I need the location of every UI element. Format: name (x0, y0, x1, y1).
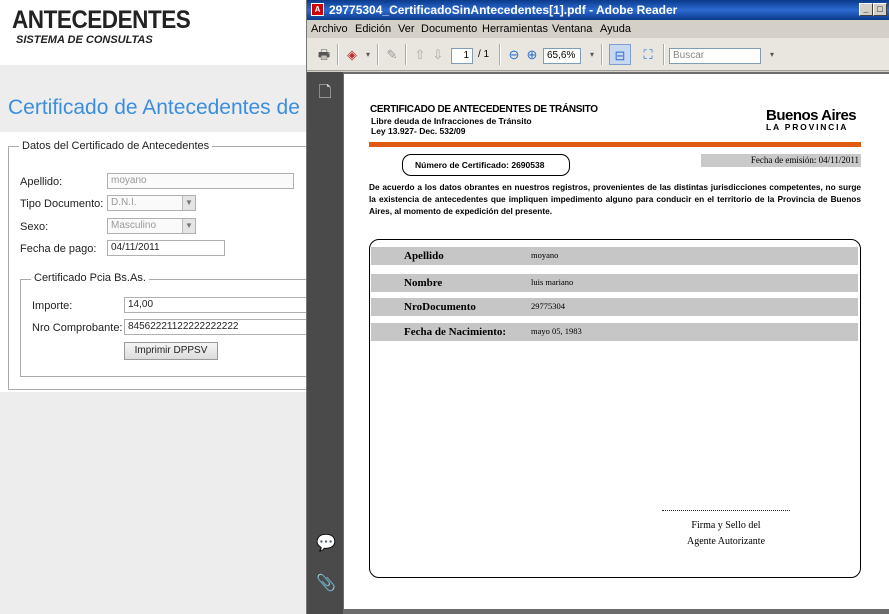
print-icon[interactable]: 🖶 (315, 46, 333, 63)
toolbar-separator (663, 44, 665, 65)
signature-line (662, 510, 790, 511)
comment-icon[interactable]: 💬 (316, 535, 336, 553)
menu-bar: Archivo Edición Ver Documento Herramient… (307, 20, 889, 38)
sexo-label: Sexo: (20, 221, 49, 233)
certificate-fieldset-legend: Datos del Certificado de Antecedentes (19, 140, 213, 152)
nombre-row-label: Nombre (404, 277, 443, 289)
buenos-aires-logo-subtitle: LA PROVINCIA (766, 122, 849, 132)
pdf-header-subtitle: Libre deuda de Infracciones de Tránsito (371, 116, 532, 126)
apellido-label: Apellido: (20, 176, 63, 188)
pcia-fieldset-legend: Certificado Pcia Bs.As. (31, 272, 149, 284)
window-title: 29775304_CertificadoSinAntecedentes[1].p… (329, 3, 678, 17)
apellido-input[interactable]: moyano (107, 173, 294, 189)
emission-date: Fecha de emisión: 04/11/2011 (701, 154, 861, 167)
maximize-icon[interactable]: □ (873, 3, 887, 16)
toolbar-separator (337, 44, 339, 65)
document-icon[interactable]: 🗋 (316, 84, 334, 102)
toolbar-separator (499, 44, 501, 65)
menu-edicion[interactable]: Edición (355, 23, 391, 35)
sign-icon[interactable]: ✎ (383, 46, 401, 63)
page-total: / 1 (478, 49, 490, 60)
zoom-level-input[interactable]: 65,6% (543, 48, 581, 64)
brand-subtitle: SISTEMA DE CONSULTAS (16, 34, 153, 46)
search-input[interactable]: Buscar (669, 48, 761, 64)
arrow-down-icon[interactable]: ⇩ (429, 46, 447, 63)
print-dppsv-button[interactable]: Imprimir DPPSV (124, 342, 218, 360)
menu-ventana[interactable]: Ventana (552, 23, 592, 35)
fecha-pago-label: Fecha de pago: (20, 243, 97, 255)
chevron-down-icon[interactable]: ▾ (763, 46, 781, 63)
fit-page-icon[interactable]: ⊟ (609, 44, 631, 65)
toolbar-separator (405, 44, 407, 65)
sexo-value: Masculino (111, 220, 157, 231)
toolbar-separator (601, 44, 603, 65)
menu-herramientas[interactable]: Herramientas (482, 23, 548, 35)
web-page: ANTECEDENTES SISTEMA DE CONSULTAS Certif… (0, 0, 310, 614)
signature-label-agent: Agente Autorizante (686, 536, 766, 547)
importe-label: Importe: (32, 300, 73, 312)
title-bar[interactable]: A 29775304_CertificadoSinAntecedentes[1]… (307, 0, 889, 20)
pdf-header-title: CERTIFICADO DE ANTECEDENTES DE TRÁNSITO (370, 104, 598, 115)
documento-row-label: NroDocumento (404, 301, 476, 313)
menu-ver[interactable]: Ver (398, 23, 415, 35)
importe-input[interactable]: 14,00 (124, 297, 310, 313)
minimize-icon[interactable]: _ (859, 3, 873, 16)
signature-label: Firma y Sello del (691, 520, 761, 531)
certificate-number: Número de Certificado: 2690538 (402, 154, 570, 176)
zoom-in-icon[interactable]: ⊕ (523, 46, 541, 63)
apellido-row-label: Apellido (404, 250, 444, 262)
data-row-nombre (371, 274, 858, 292)
certificate-text: De acuerdo a los datos obrantes en nuest… (369, 182, 861, 216)
apellido-row-value: moyano (531, 250, 559, 260)
fullscreen-icon[interactable]: ⛶ (639, 46, 657, 63)
chevron-down-icon[interactable]: ▾ (583, 46, 601, 63)
nacimiento-row-label: Fecha de Nacimiento: (404, 326, 507, 338)
comprobante-input[interactable]: 84562221122222222222 (124, 319, 310, 335)
fecha-pago-input[interactable]: 04/11/2011 (107, 240, 225, 256)
paperclip-icon[interactable]: 📎 (316, 575, 336, 593)
toolbar: 🖶 ◈ ▾ ✎ ⇧ ⇩ 1 / 1 ⊖ ⊕ 65,6% ▾ ⊟ ⛶ Buscar… (307, 38, 889, 71)
pdf-file-icon: A (311, 3, 324, 16)
page-title: Certificado de Antecedentes de (8, 96, 300, 119)
navigation-panel: 🗋 💬 📎 (307, 72, 343, 614)
chevron-down-icon[interactable]: ▼ (182, 219, 195, 233)
comprobante-label: Nro Comprobante: (32, 322, 123, 334)
chevron-down-icon[interactable]: ▼ (182, 196, 195, 210)
zoom-out-icon[interactable]: ⊖ (505, 46, 523, 63)
menu-archivo[interactable]: Archivo (311, 23, 348, 35)
tipo-documento-value: D.N.I. (111, 197, 137, 208)
tipo-documento-label: Tipo Documento: (20, 198, 104, 210)
data-row-apellido (371, 247, 858, 265)
header-divider (369, 142, 861, 147)
chevron-down-icon[interactable]: ▾ (359, 46, 377, 63)
nombre-row-value: luis mariano (531, 277, 574, 287)
page-number-input[interactable]: 1 (451, 48, 473, 64)
menu-documento[interactable]: Documento (421, 23, 477, 35)
arrow-up-icon[interactable]: ⇧ (411, 46, 429, 63)
documento-row-value: 29775304 (531, 301, 565, 311)
pdf-header-law: Ley 13.927- Dec. 532/09 (371, 126, 466, 136)
brand-title: ANTECEDENTES (12, 6, 191, 34)
toolbar-separator (377, 44, 379, 65)
menu-ayuda[interactable]: Ayuda (600, 23, 631, 35)
nacimiento-row-value: mayo 05, 1983 (531, 326, 582, 336)
